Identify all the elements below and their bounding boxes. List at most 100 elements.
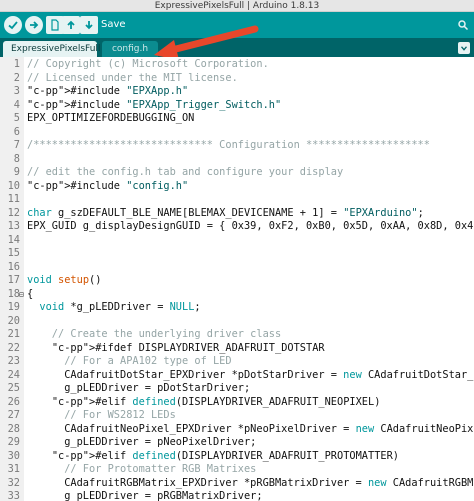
code-text: EPX_GUID g_displayDesignGUID = { 0x39, 0… [27, 220, 474, 232]
code-text: g_pLEDDriver = pNeoPixelDriver; [27, 436, 257, 448]
code-line[interactable]: 3 "c-pp">#include "EPXApp.h" [0, 85, 474, 99]
document-icon [51, 19, 59, 31]
code-line[interactable]: 30 "c-pp">#elif defined(DISPLAYDRIVER_AD… [0, 450, 474, 464]
line-number: 29 [7, 436, 20, 448]
line-number: 20 [7, 314, 20, 327]
code-text: "c-pp">#include "config.h" [27, 179, 189, 192]
code-line[interactable]: 15 [0, 247, 474, 261]
code-text: // For a APA102 type of LED [27, 355, 232, 367]
up-arrow-icon [67, 20, 75, 29]
code-text: // Copyright (c) Microsoft Corporation. [27, 58, 269, 70]
code-editor[interactable]: 1 // Copyright (c) Microsoft Corporation.… [0, 57, 474, 501]
code-line[interactable]: 5 EPX_OPTIMIZEFORDEBUGGING_ON [0, 112, 474, 126]
code-line[interactable]: 33 g_pLEDDriver = pRGBMatrixDriver; [0, 490, 474, 501]
line-number: 24 [7, 368, 20, 381]
code-text: void setup() [27, 274, 102, 286]
upload-button[interactable] [25, 16, 43, 34]
line-number: 7 [13, 139, 20, 151]
code-line[interactable]: 19 void *g_pLEDDriver = NULL; [0, 301, 474, 315]
verify-button[interactable] [4, 16, 22, 34]
code-line[interactable]: 20 [0, 315, 474, 329]
line-number: 12 [7, 206, 20, 219]
line-number: 11 [7, 193, 20, 205]
fold-toggle-icon[interactable]: ⊟ [19, 288, 25, 302]
line-number: 15 [7, 247, 20, 259]
code-line[interactable]: 7 /***************************** Configur… [0, 139, 474, 153]
line-number: 17 [7, 274, 20, 286]
code-line[interactable]: 1 // Copyright (c) Microsoft Corporation. [0, 58, 474, 72]
code-line[interactable]: 27 // For WS2812 LEDs [0, 409, 474, 423]
line-number: 9 [13, 166, 20, 178]
code-text: // For Protomatter RGB Matrixes [27, 463, 257, 475]
line-number: 19 [7, 301, 20, 313]
line-number: 13 [7, 220, 20, 232]
code-text: /***************************** Configura… [27, 139, 430, 151]
save-button[interactable] [80, 16, 98, 34]
line-number: 6 [13, 125, 20, 138]
code-line[interactable]: 25 g_pLEDDriver = pDotStarDriver; [0, 382, 474, 396]
code-line[interactable]: 16 [0, 261, 474, 275]
code-line[interactable]: 23 // For a APA102 type of LED [0, 355, 474, 369]
code-text: { [27, 287, 34, 300]
code-line[interactable]: 2 // Licensed under the MIT license. [0, 72, 474, 86]
window-title: ExpressivePixelsFull | Arduino 1.8.13 [0, 0, 474, 12]
line-number: 5 [13, 112, 20, 124]
code-line[interactable]: 28 CAdafruitNeoPixel_EPXDriver *pNeoPixe… [0, 423, 474, 437]
code-line[interactable]: 12 char g_szDEFAULT_BLE_NAME[BLEMAX_DEVIC… [0, 207, 474, 221]
line-number: 10 [7, 179, 20, 192]
code-line[interactable]: 4 "c-pp">#include "EPXApp_Trigger_Switch.… [0, 99, 474, 113]
code-line[interactable]: 14 [0, 234, 474, 248]
line-number: 14 [7, 233, 20, 246]
code-line[interactable]: 6 [0, 126, 474, 140]
code-text: char g_szDEFAULT_BLE_NAME[BLEMAX_DEVICEN… [27, 206, 424, 219]
line-number: 22 [7, 341, 20, 354]
line-number: 28 [7, 422, 20, 435]
line-number: 27 [7, 409, 20, 421]
code-line[interactable]: 9 // edit the config.h tab and configure … [0, 166, 474, 180]
line-number: 8 [13, 152, 20, 165]
line-number: 30 [7, 449, 20, 462]
tab-menu-button[interactable] [458, 42, 470, 54]
code-text: "c-pp">#elif defined(DISPLAYDRIVER_ADAFR… [51, 395, 381, 408]
code-text: "c-pp">#ifdef DISPLAYDRIVER_ADAFRUIT_DOT… [51, 341, 325, 354]
code-line[interactable]: 29 g_pLEDDriver = pNeoPixelDriver; [0, 436, 474, 450]
code-text: // Create the underlying driver class [27, 328, 282, 340]
line-number: 1 [13, 58, 20, 70]
line-number: 31 [7, 463, 20, 475]
line-number: 26 [7, 395, 20, 408]
serial-monitor-button[interactable] [454, 16, 472, 34]
code-text: CAdafruitRGBMatrix_EPXDriver *pRGBMatrix… [27, 476, 474, 489]
code-line[interactable]: 24 CAdafruitDotStar_EPXDriver *pDotStarD… [0, 369, 474, 383]
line-number: 3 [13, 85, 20, 97]
line-number: 16 [7, 260, 20, 273]
code-line[interactable]: 26 "c-pp">#elif defined(DISPLAYDRIVER_AD… [0, 396, 474, 410]
code-text: g_pLEDDriver = pRGBMatrixDriver; [27, 490, 263, 501]
code-text: EPX_OPTIMIZEFORDEBUGGING_ON [27, 112, 195, 124]
open-button[interactable] [62, 16, 80, 34]
code-line[interactable]: 11 [0, 193, 474, 207]
code-text: CAdafruitNeoPixel_EPXDriver *pNeoPixelDr… [27, 422, 474, 435]
code-line[interactable]: 22 "c-pp">#ifdef DISPLAYDRIVER_ADAFRUIT_… [0, 342, 474, 356]
line-number: 25 [7, 382, 20, 394]
down-arrow-icon [85, 21, 93, 30]
line-number: 21 [7, 328, 20, 340]
code-line[interactable]: 13 EPX_GUID g_displayDesignGUID = { 0x39,… [0, 220, 474, 234]
code-line[interactable]: 10 "c-pp">#include "config.h" [0, 180, 474, 194]
code-line[interactable]: 17 void setup() [0, 274, 474, 288]
line-number: 18 [7, 287, 20, 300]
code-line[interactable]: 32 CAdafruitRGBMatrix_EPXDriver *pRGBMat… [0, 477, 474, 491]
tab-expressivepixelsfull[interactable]: ExpressivePixelsFull [3, 41, 100, 57]
code-line[interactable]: 8 [0, 153, 474, 167]
line-number: 23 [7, 355, 20, 367]
code-line[interactable]: 31 // For Protomatter RGB Matrixes [0, 463, 474, 477]
code-text: g_pLEDDriver = pDotStarDriver; [27, 382, 251, 394]
code-line[interactable]: 21 // Create the underlying driver class [0, 328, 474, 342]
chevron-down-icon [460, 46, 468, 51]
code-text: // edit the config.h tab and configure y… [27, 166, 344, 178]
save-label: Save [101, 19, 126, 30]
code-text: "c-pp">#include "EPXApp.h" [27, 85, 189, 97]
code-line[interactable]: 18 ⊟{ [0, 288, 474, 302]
code-text: "c-pp">#elif defined(DISPLAYDRIVER_ADAFR… [51, 449, 400, 462]
line-number: 32 [7, 476, 20, 489]
line-number: 2 [13, 71, 20, 84]
